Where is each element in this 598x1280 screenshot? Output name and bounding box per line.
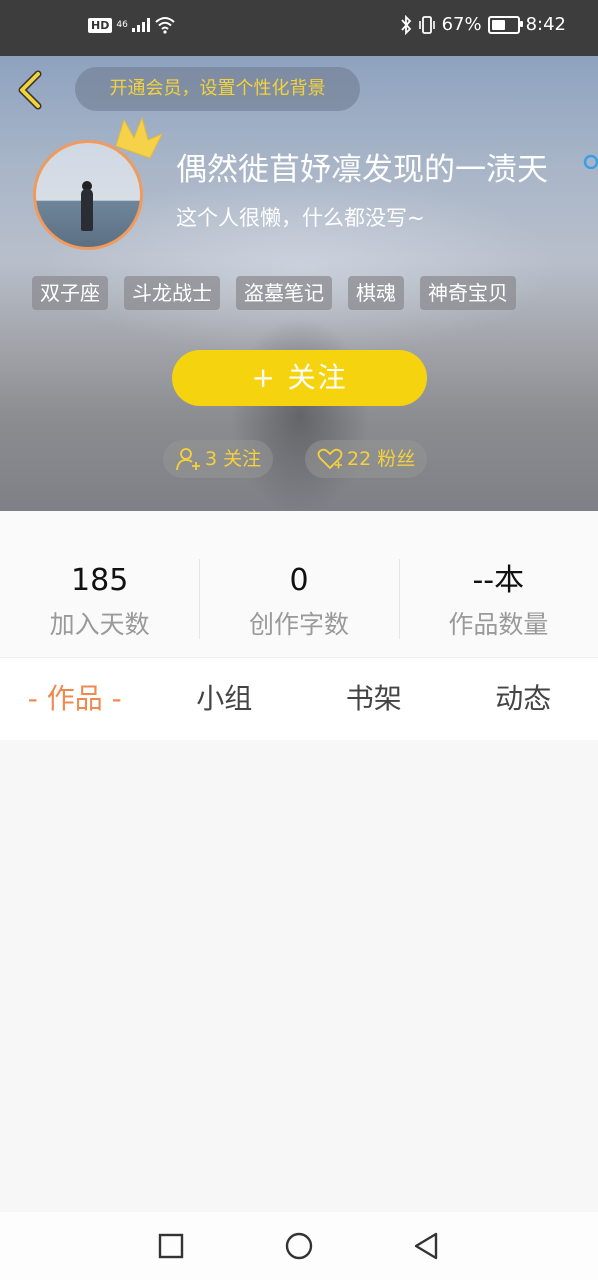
bluetooth-icon xyxy=(400,14,411,35)
following-label: 3 关注 xyxy=(205,448,262,470)
status-right: 67% 8:42 xyxy=(400,14,566,35)
battery-percent: 67% xyxy=(441,14,482,35)
tag[interactable]: 盗墓笔记 xyxy=(236,276,332,310)
profile-header: 开通会员，设置个性化背景 偶然徙苜妤凛发现的一渍天 这个人很懒，什么都没写~ 双… xyxy=(0,56,598,511)
status-bar: HD 46 67% 8:42 xyxy=(0,0,598,56)
heart-icon xyxy=(317,448,343,470)
tab-content xyxy=(0,740,598,1212)
tag[interactable]: 双子座 xyxy=(32,276,108,310)
stat-join-days: 185 加入天数 xyxy=(0,511,199,657)
stat-label: 加入天数 xyxy=(49,610,150,639)
bio: 这个人很懒，什么都没写~ xyxy=(176,206,425,230)
stat-works-count: --本 作品数量 xyxy=(398,511,598,657)
system-nav-bar xyxy=(0,1212,598,1280)
tag[interactable]: 神奇宝贝 xyxy=(420,276,516,310)
tab-bookshelf[interactable]: 书架 xyxy=(299,658,449,740)
stat-label: 作品数量 xyxy=(448,610,549,639)
vip-banner[interactable]: 开通会员，设置个性化背景 xyxy=(75,67,360,111)
follow-button[interactable]: + 关注 xyxy=(172,350,427,406)
home-icon[interactable] xyxy=(283,1230,315,1262)
tab-activity[interactable]: 动态 xyxy=(449,658,598,740)
male-gender-icon xyxy=(583,154,598,169)
back-arrow-icon xyxy=(18,70,42,110)
battery-level xyxy=(491,19,505,30)
profile-tabs: - 作品 - 小组 书架 动态 xyxy=(0,657,598,741)
stat-label: 创作字数 xyxy=(248,610,349,639)
wifi-icon xyxy=(155,17,175,34)
tag[interactable]: 斗龙战士 xyxy=(124,276,220,310)
status-left: HD 46 xyxy=(88,16,176,34)
clock: 8:42 xyxy=(525,14,566,35)
vibrate-icon xyxy=(418,15,435,34)
fans-label: 22 粉丝 xyxy=(347,448,416,470)
tag[interactable]: 棋魂 xyxy=(348,276,404,310)
network-type: 46 xyxy=(116,20,128,30)
following-count[interactable]: 3 关注 xyxy=(163,440,274,478)
back-nav-icon[interactable] xyxy=(410,1230,442,1262)
back-button[interactable] xyxy=(14,68,50,112)
recent-apps-icon[interactable] xyxy=(155,1230,187,1262)
tab-works[interactable]: - 作品 - xyxy=(0,658,150,740)
avatar-figure xyxy=(81,189,93,231)
username: 偶然徙苜妤凛发现的一渍天 xyxy=(176,152,548,188)
crown-icon xyxy=(115,116,164,159)
background-shadow xyxy=(230,316,370,511)
tab-groups[interactable]: 小组 xyxy=(150,658,300,740)
stat-value: --本 xyxy=(472,563,525,598)
hd-badge: HD xyxy=(88,17,113,33)
stat-value: 185 xyxy=(71,563,129,598)
battery-icon xyxy=(487,15,523,34)
stat-word-count: 0 创作字数 xyxy=(199,511,398,657)
fans-count[interactable]: 22 粉丝 xyxy=(305,440,428,478)
signal-icon xyxy=(131,18,150,32)
profile-stats: 185 加入天数 0 创作字数 --本 作品数量 xyxy=(0,511,598,657)
stat-value: 0 xyxy=(289,563,309,598)
user-add-icon xyxy=(176,448,200,471)
interest-tags: 双子座 斗龙战士 盗墓笔记 棋魂 神奇宝贝 xyxy=(32,276,516,310)
